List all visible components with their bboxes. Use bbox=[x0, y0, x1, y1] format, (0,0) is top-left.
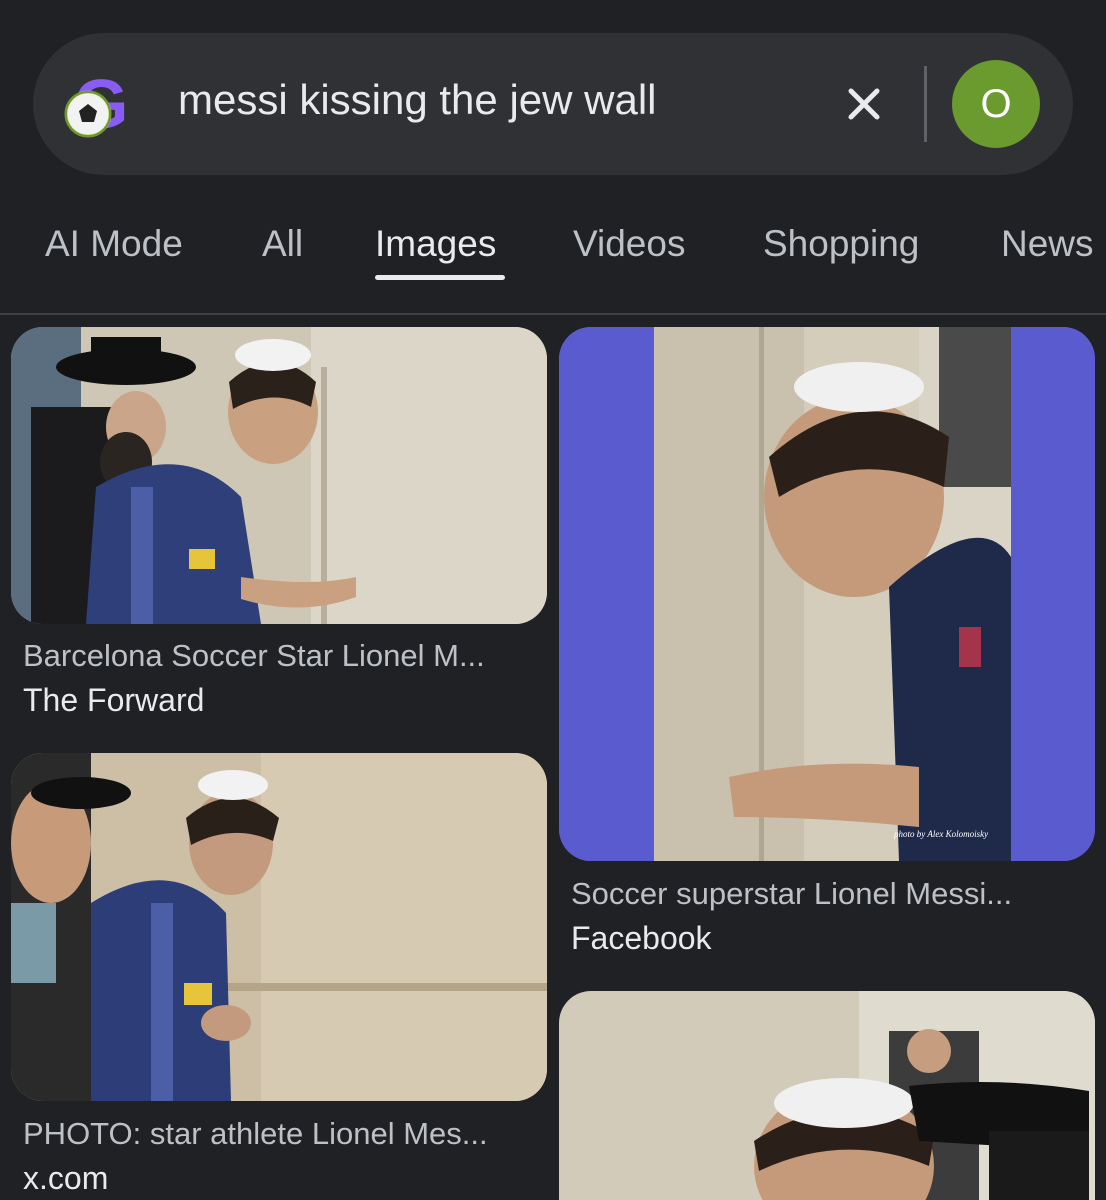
tab-images[interactable]: Images bbox=[375, 223, 496, 265]
tab-all[interactable]: All bbox=[262, 223, 303, 265]
result-source-3[interactable]: x.com bbox=[23, 1160, 108, 1197]
avatar[interactable]: O bbox=[952, 60, 1040, 148]
tab-shopping[interactable]: Shopping bbox=[763, 223, 919, 265]
result-image-1[interactable] bbox=[11, 327, 547, 624]
photo-credit: photo by Alex Kolomoisky bbox=[893, 829, 988, 839]
result-photo bbox=[11, 753, 547, 1101]
result-image-4[interactable] bbox=[559, 991, 1095, 1200]
result-photo: photo by Alex Kolomoisky bbox=[559, 327, 1095, 861]
result-photo bbox=[11, 327, 547, 624]
tab-ai-mode[interactable]: AI Mode bbox=[45, 223, 183, 265]
result-caption-3[interactable]: PHOTO: star athlete Lionel Mes... bbox=[23, 1116, 488, 1152]
search-tabs: AI Mode All Images Videos Shopping News bbox=[0, 215, 1106, 313]
result-caption-2[interactable]: Soccer superstar Lionel Messi... bbox=[571, 876, 1012, 912]
active-tab-indicator bbox=[375, 275, 505, 280]
clear-search-button[interactable] bbox=[838, 78, 890, 130]
search-divider bbox=[924, 66, 927, 142]
tab-news[interactable]: News bbox=[1001, 223, 1094, 265]
result-caption-1[interactable]: Barcelona Soccer Star Lionel M... bbox=[23, 638, 485, 674]
result-source-1[interactable]: The Forward bbox=[23, 682, 204, 719]
result-source-2[interactable]: Facebook bbox=[571, 920, 712, 957]
tabs-divider bbox=[0, 313, 1106, 315]
result-photo bbox=[559, 991, 1095, 1200]
result-image-3[interactable] bbox=[11, 753, 547, 1101]
close-icon bbox=[848, 88, 880, 120]
app-logo-icon: G bbox=[64, 65, 128, 143]
result-image-2[interactable]: photo by Alex Kolomoisky bbox=[559, 327, 1095, 861]
tab-videos[interactable]: Videos bbox=[573, 223, 685, 265]
search-input[interactable]: messi kissing the jew wall bbox=[178, 76, 657, 124]
